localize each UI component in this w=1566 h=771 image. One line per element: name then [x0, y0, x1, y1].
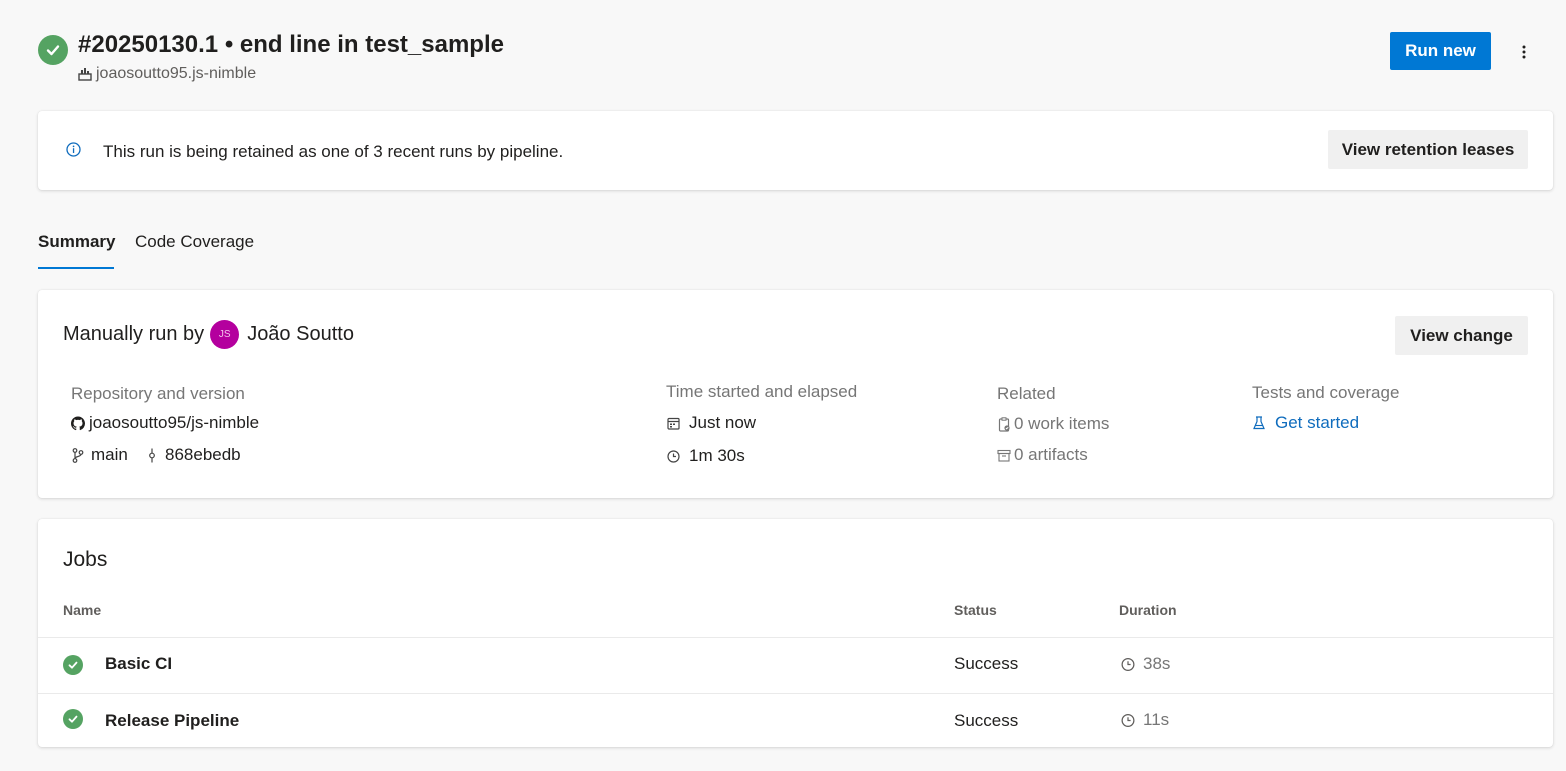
repository-link[interactable]: joaosoutto95/js-nimble [71, 413, 259, 433]
view-retention-leases-button[interactable]: View retention leases [1328, 130, 1528, 169]
time-started: Just now [666, 413, 756, 433]
clock-icon [1121, 712, 1135, 728]
clock-icon [666, 448, 680, 464]
pipeline-icon [78, 67, 92, 81]
time-started-value: Just now [689, 413, 757, 432]
page-title: #20250130.1 • end line in test_sample [78, 31, 504, 58]
success-icon [63, 709, 83, 729]
artifacts-count: 0 artifacts [1014, 445, 1088, 464]
retention-message: This run is being retained as one of 3 r… [103, 142, 564, 161]
work-items-count: 0 work items [1014, 414, 1110, 433]
tab-summary[interactable]: Summary [38, 232, 115, 252]
time-elapsed-value: 1m 30s [689, 446, 745, 465]
jobs-title: Jobs [63, 548, 108, 571]
repository-name: joaosoutto95/js-nimble [89, 413, 260, 432]
get-started-link[interactable]: Get started [1252, 413, 1359, 433]
avatar[interactable]: JS [210, 320, 240, 349]
view-change-button[interactable]: View change [1395, 316, 1528, 355]
table-row[interactable]: Release Pipeline Success 11s [38, 694, 1553, 749]
repository-label: Repository and version [71, 384, 245, 403]
active-tab-indicator [38, 267, 114, 269]
job-duration: 38s [1121, 654, 1170, 674]
job-duration-value: 11s [1143, 710, 1170, 729]
beaker-icon [1252, 415, 1266, 431]
branch-icon [71, 447, 85, 463]
clock-icon [1121, 656, 1135, 672]
table-row[interactable]: Basic CI Success 38s [38, 638, 1553, 693]
column-header-name: Name [63, 602, 102, 618]
commit-icon [145, 447, 159, 463]
time-label: Time started and elapsed [666, 382, 858, 401]
get-started-label: Get started [1275, 413, 1360, 432]
manual-run-info: Manually run by JS João Soutto [63, 320, 354, 349]
pipeline-repo[interactable]: joaosoutto95.js-nimble [78, 65, 256, 83]
branch-name: main [91, 445, 128, 464]
calendar-icon [666, 415, 680, 431]
artifacts-link[interactable]: 0 artifacts [997, 445, 1088, 465]
artifact-icon [997, 447, 1011, 463]
more-options-icon[interactable] [1512, 38, 1536, 66]
github-icon [71, 415, 85, 431]
work-item-icon [997, 416, 1011, 432]
jobs-card: Jobs Name Status Duration Basic CI Succe… [38, 519, 1553, 747]
column-header-status: Status [954, 602, 997, 618]
run-new-button[interactable]: Run new [1390, 32, 1491, 70]
commit-info[interactable]: 868ebedb [145, 445, 241, 465]
job-duration: 11s [1121, 710, 1169, 730]
branch-info[interactable]: main [71, 445, 128, 465]
job-status: Success [954, 654, 1019, 673]
manual-run-prefix: Manually run by [63, 323, 205, 345]
retention-banner: This run is being retained as one of 3 r… [38, 111, 1553, 190]
column-header-duration: Duration [1119, 602, 1177, 618]
job-name: Release Pipeline [105, 711, 240, 730]
job-duration-value: 38s [1143, 654, 1171, 673]
related-label: Related [997, 384, 1056, 403]
work-items-link[interactable]: 0 work items [997, 414, 1109, 434]
commit-hash: 868ebedb [165, 445, 241, 464]
job-name: Basic CI [105, 654, 173, 673]
run-summary-card: Manually run by JS João Soutto View chan… [38, 290, 1553, 498]
tests-label: Tests and coverage [1252, 383, 1400, 402]
info-icon [66, 142, 81, 157]
tab-code-coverage[interactable]: Code Coverage [135, 232, 254, 252]
success-status-icon [38, 35, 68, 65]
user-name[interactable]: João Soutto [247, 323, 354, 346]
time-elapsed: 1m 30s [666, 446, 745, 466]
success-icon [63, 655, 83, 675]
pipeline-repo-label: joaosoutto95.js-nimble [96, 65, 257, 82]
job-status: Success [954, 711, 1019, 730]
